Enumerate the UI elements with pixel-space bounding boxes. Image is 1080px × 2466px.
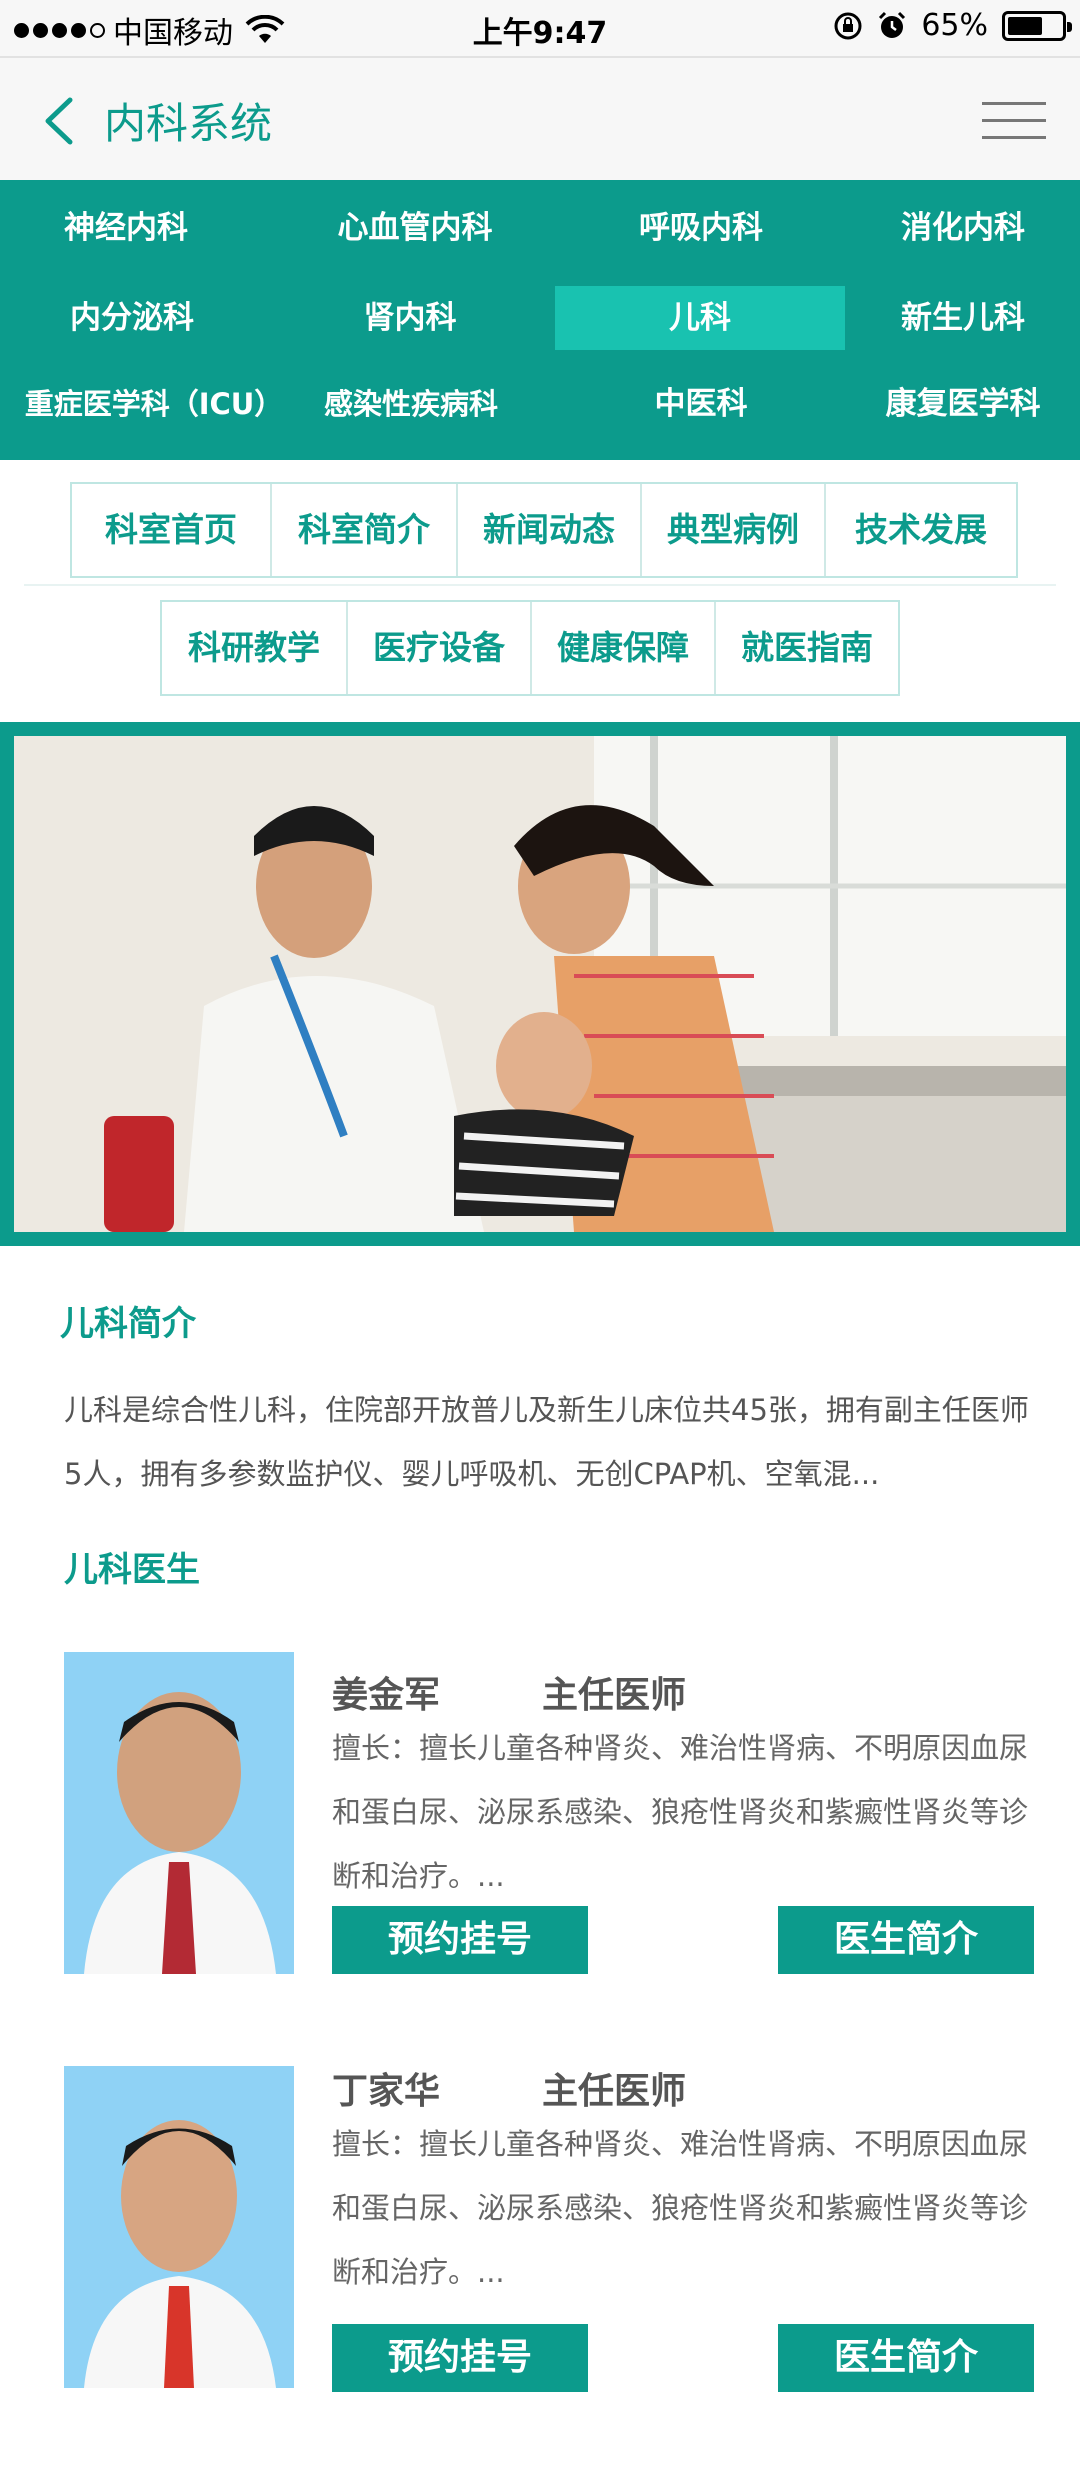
doctor-specialty: 擅长：擅长儿童各种肾炎、难治性肾病、不明原因血尿和蛋白尿、泌尿系感染、狼疮性肾炎… (332, 1731, 1029, 1893)
nav-item[interactable]: 健康保障 (532, 602, 716, 694)
nav-item[interactable]: 典型病例 (642, 484, 826, 576)
dept-tab[interactable]: 康复医学科 (846, 372, 1080, 436)
nav-item[interactable]: 就医指南 (716, 602, 898, 694)
doctors-heading: 儿科医生 (64, 1550, 200, 1590)
dept-tab[interactable]: 消化内科 (846, 196, 1080, 260)
doctor-profile-button[interactable]: 医生简介 (778, 2324, 1034, 2392)
dept-tab[interactable]: 呼吸内科 (556, 196, 846, 260)
doctor-name: 姜金军 (332, 1675, 441, 1716)
doctor-photo[interactable] (64, 2066, 294, 2388)
dept-tab[interactable]: 肾内科 (270, 286, 550, 350)
book-appointment-button[interactable]: 预约挂号 (332, 2324, 588, 2392)
dept-tab[interactable]: 中医科 (556, 372, 846, 436)
header-bar: 内科系统 (0, 56, 1080, 180)
section-nav-row-1: 科室首页 科室简介 新闻动态 典型病例 技术发展 (70, 482, 1018, 578)
doctor-name: 丁家华 (332, 2071, 441, 2112)
dept-tab[interactable]: 心血管内科 (270, 196, 560, 260)
hamburger-menu-icon[interactable] (982, 102, 1046, 142)
doctor-title: 主任医师 (542, 2071, 687, 2112)
doctor-profile-button[interactable]: 医生简介 (778, 1906, 1034, 1974)
intro-text: 儿科是综合性儿科，住院部开放普儿及新生儿床位共45张，拥有副主任医师5人，拥有多… (64, 1393, 1029, 1491)
dept-tab[interactable]: 感染性疾病科 (300, 372, 522, 436)
page-title: 内科系统 (104, 99, 273, 148)
dept-tab-active[interactable]: 儿科 (555, 286, 845, 350)
nav-item[interactable]: 医疗设备 (348, 602, 532, 694)
alarm-icon (879, 11, 906, 38)
book-appointment-button[interactable]: 预约挂号 (332, 1906, 588, 1974)
dept-tab[interactable]: 神经内科 (0, 196, 252, 260)
banner-photo (14, 736, 1066, 1232)
chevron-left-icon[interactable] (40, 96, 80, 146)
doctor-specialty: 擅长：擅长儿童各种肾炎、难治性肾病、不明原因血尿和蛋白尿、泌尿系感染、狼疮性肾炎… (332, 2127, 1029, 2289)
nav-item[interactable]: 科室简介 (272, 484, 458, 576)
department-grid: 神经内科 心血管内科 呼吸内科 消化内科 内分泌科 肾内科 儿科 新生儿科 重症… (0, 180, 1080, 460)
battery-icon (1002, 10, 1072, 41)
intro-heading: 儿科简介 (60, 1304, 196, 1344)
status-bar: 中国移动 上午9:47 65% (0, 0, 1080, 56)
doctor-photo[interactable] (64, 1652, 294, 1974)
doctor-title: 主任医师 (542, 1675, 687, 1716)
dept-tab[interactable]: 重症医学科（ICU） (0, 372, 308, 436)
nav-item[interactable]: 科研教学 (162, 602, 348, 694)
dept-tab[interactable]: 内分泌科 (0, 286, 264, 350)
department-banner (0, 722, 1080, 1246)
divider (24, 584, 1056, 586)
nav-item[interactable]: 科室首页 (72, 484, 272, 576)
dept-tab[interactable]: 新生儿科 (846, 286, 1080, 350)
nav-item[interactable]: 技术发展 (826, 484, 1016, 576)
battery-percent: 65% (921, 8, 988, 43)
section-nav-row-2: 科研教学 医疗设备 健康保障 就医指南 (160, 600, 900, 696)
nav-item[interactable]: 新闻动态 (458, 484, 642, 576)
rotation-lock-icon (834, 12, 862, 39)
